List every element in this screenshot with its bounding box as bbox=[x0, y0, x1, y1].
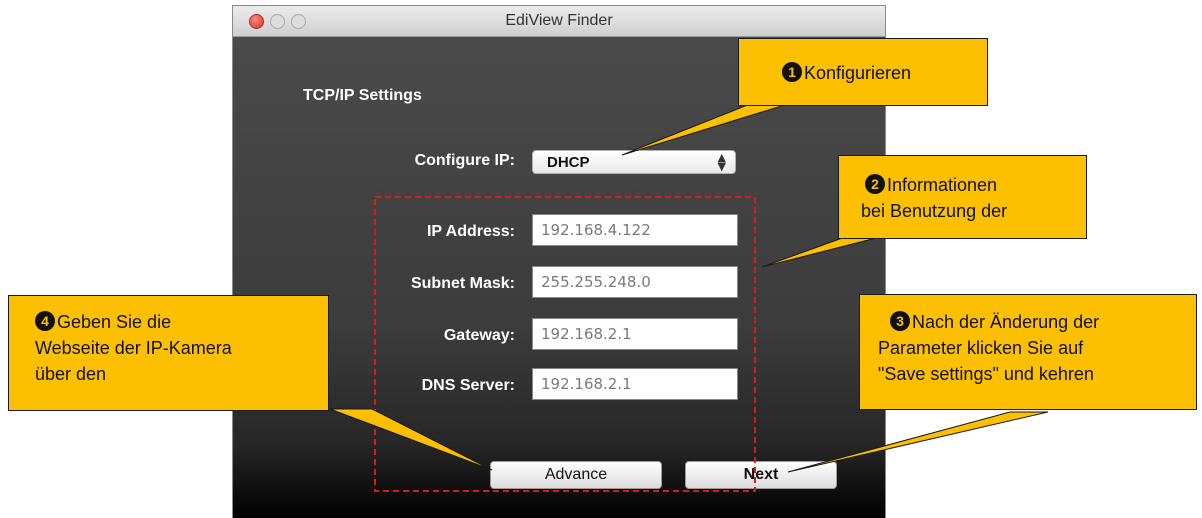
subnet-mask-field[interactable]: 255.255.248.0 bbox=[532, 266, 738, 298]
callout-1-number: 1 bbox=[782, 62, 802, 82]
callout-4-row-1: 4 Geben Sie die bbox=[35, 309, 328, 335]
ip-address-label: IP Address: bbox=[426, 223, 515, 240]
callout-2-row-1: 2 Informationen bbox=[861, 172, 1086, 198]
configure-ip-value: DHCP bbox=[547, 154, 590, 171]
configure-ip-select[interactable]: DHCP ▲ ▼ bbox=[532, 150, 736, 174]
next-button[interactable]: Next bbox=[685, 461, 837, 489]
up-down-arrows-icon: ▲ ▼ bbox=[717, 151, 726, 173]
callout-2-number: 2 bbox=[865, 174, 885, 194]
callout-3-line-2: Parameter klicken Sie auf bbox=[878, 338, 1084, 358]
section-title: TCP/IP Settings bbox=[303, 87, 422, 104]
dns-server-label: DNS Server: bbox=[421, 377, 515, 394]
subnet-mask-value: 255.255.248.0 bbox=[541, 273, 651, 291]
callout-3-line-3: "Save settings" und kehren bbox=[878, 364, 1094, 384]
ip-address-field[interactable]: 192.168.4.122 bbox=[532, 214, 738, 246]
configure-ip-label: Configure IP: bbox=[414, 152, 515, 169]
subnet-mask-label: Subnet Mask: bbox=[410, 275, 515, 292]
dns-server-value: 192.168.2.1 bbox=[541, 375, 632, 393]
callout-4-line-2: Webseite der IP-Kamera bbox=[35, 338, 232, 358]
ip-address-value: 192.168.4.122 bbox=[541, 221, 651, 239]
advance-button[interactable]: Advance bbox=[490, 461, 662, 489]
dns-server-field[interactable]: 192.168.2.1 bbox=[532, 368, 738, 400]
callout-3-number: 3 bbox=[890, 311, 910, 331]
callout-4-number: 4 bbox=[35, 311, 55, 331]
callout-4: 4 Geben Sie die Webseite der IP-Kamera üb… bbox=[8, 295, 329, 411]
callout-4-line-1: Geben Sie die bbox=[57, 312, 172, 332]
window-title: EdiView Finder bbox=[505, 12, 613, 29]
title-bar: EdiView Finder bbox=[233, 6, 885, 37]
gateway-label: Gateway: bbox=[443, 327, 515, 344]
callout-3-line-1: Nach der Änderung der bbox=[912, 312, 1100, 332]
callout-2-line-2: bei Benutzung der bbox=[861, 201, 1008, 221]
callout-4-line-3: über den bbox=[35, 364, 107, 384]
callout-1-line-1: Konfigurieren bbox=[804, 63, 912, 83]
callout-2-line-1: Informationen bbox=[887, 175, 998, 195]
callout-2: 2 Informationen bei Benutzung der bbox=[838, 155, 1087, 239]
window-content: TCP/IP Settings Configure IP: DHCP ▲ ▼ IP… bbox=[233, 37, 885, 518]
callout-1: 1 Konfigurieren bbox=[738, 38, 988, 106]
gateway-value: 192.168.2.1 bbox=[541, 325, 632, 343]
gateway-field[interactable]: 192.168.2.1 bbox=[532, 318, 738, 350]
callout-3: 3 Nach der Änderung der Parameter klicken… bbox=[859, 294, 1197, 410]
callout-3-row-1: 3 Nach der Änderung der bbox=[878, 309, 1196, 335]
